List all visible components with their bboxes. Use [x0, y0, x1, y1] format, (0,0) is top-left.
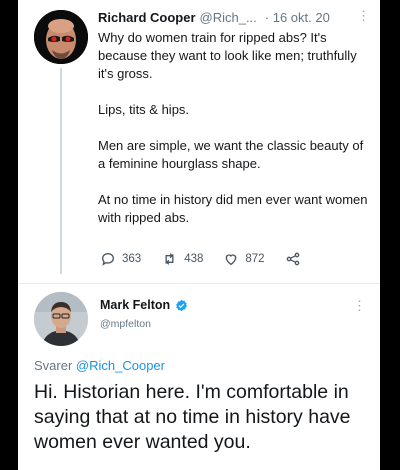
tweet1-body: Why do women train for ripped abs? It's …: [98, 29, 370, 245]
retweet-button[interactable]: 438: [161, 251, 203, 267]
share-icon: [286, 252, 299, 266]
tweet-divider: [18, 283, 380, 284]
reply-count: 363: [122, 253, 142, 265]
thread-line: [60, 68, 62, 274]
reply-button[interactable]: 363: [100, 251, 141, 267]
tweet1-header: Richard Cooper @Rich_... · 16 okt. 20 ⋮: [98, 8, 370, 25]
retweet-icon: [165, 253, 174, 265]
reply-prefix: Svarer: [34, 358, 73, 373]
tweet2-body: Hi. Historian here. I'm comfortable in s…: [34, 381, 351, 453]
tweet1-paragraph: Why do women train for ripped abs? It's …: [98, 30, 357, 81]
reply-handle-link[interactable]: @Rich_Cooper: [76, 358, 165, 373]
tweet1-author-handle[interactable]: @Rich_...: [200, 10, 257, 25]
share-button[interactable]: [285, 251, 307, 267]
tweet2-author[interactable]: Mark Felton: [100, 298, 188, 312]
tweet2-author-handle[interactable]: @mpfelton: [100, 318, 151, 330]
retweet-count: 438: [184, 253, 204, 265]
replying-to: Svarer @Rich_Cooper: [34, 358, 165, 373]
more-icon[interactable]: ⋮: [353, 298, 366, 314]
like-icon: [226, 254, 237, 266]
tweet1-author-name[interactable]: Richard Cooper: [98, 10, 196, 25]
tweet1-action-bar: 363 438 872: [100, 251, 360, 267]
richard-cooper-avatar[interactable]: [34, 10, 88, 64]
tweet1-date[interactable]: · 16 okt. 20: [265, 10, 330, 25]
more-icon[interactable]: ⋮: [357, 8, 370, 24]
tweet1-paragraph: Men are simple, we want the classic beau…: [98, 138, 364, 171]
tweet-thread: Richard Cooper @Rich_... · 16 okt. 20 ⋮ …: [18, 0, 380, 470]
tweet1-paragraph: At no time in history did men ever want …: [98, 192, 368, 225]
tweet2-author-name[interactable]: Mark Felton: [100, 298, 170, 312]
like-count: 872: [245, 253, 265, 265]
tweet1-paragraph: Lips, tits & hips.: [98, 102, 190, 117]
verified-badge-icon: [176, 299, 188, 311]
reply-icon: [101, 252, 115, 266]
mark-felton-avatar[interactable]: [34, 292, 88, 346]
like-button[interactable]: 872: [223, 251, 265, 267]
